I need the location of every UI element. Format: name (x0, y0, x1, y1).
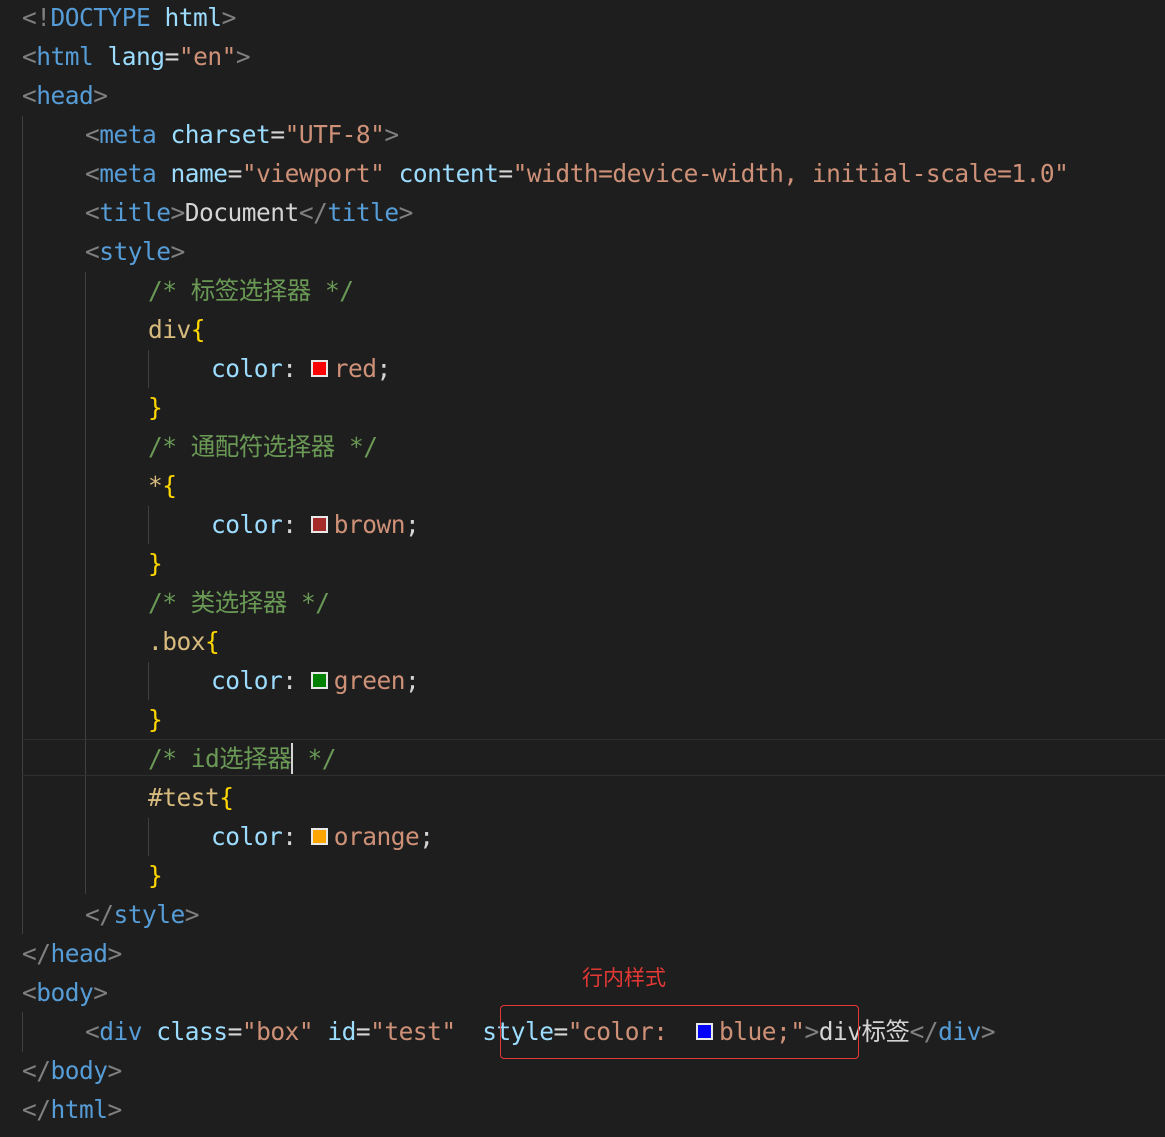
code-line-close-brace[interactable]: } (148, 388, 163, 427)
code-line-comment-tag-selector[interactable]: /* 标签选择器 */ (148, 271, 354, 310)
code-line-body-open[interactable]: <body> (22, 973, 108, 1012)
code-line-color-red[interactable]: color: red; (211, 349, 391, 388)
code-line-meta-charset[interactable]: <meta charset="UTF-8"> (85, 115, 399, 154)
code-line-comment-class-selector[interactable]: /* 类选择器 */ (148, 583, 330, 622)
code-line-star-rule[interactable]: *{ (148, 466, 177, 505)
code-line-box-rule[interactable]: .box{ (148, 622, 220, 661)
inline-style-highlight-box (500, 1005, 859, 1059)
indent-guide-style (85, 272, 86, 894)
code-line-close-brace[interactable]: } (148, 544, 163, 583)
indent-guide-test-rule (148, 818, 149, 856)
indent-guide-div-rule (148, 350, 149, 388)
indent-guide-star-rule (148, 506, 149, 544)
color-swatch-red[interactable] (310, 359, 328, 377)
indent-guide-head (22, 116, 23, 934)
code-line-body-close[interactable]: </body> (22, 1051, 122, 1090)
code-line-doctype[interactable]: <!DOCTYPE html> (22, 0, 236, 37)
code-line-style-close[interactable]: </style> (85, 895, 200, 934)
code-line-head-close[interactable]: </head> (22, 934, 122, 973)
code-line-comment-universal-selector[interactable]: /* 通配符选择器 */ (148, 427, 378, 466)
code-line-html-close[interactable]: </html> (22, 1090, 122, 1129)
code-line-comment-id-selector[interactable]: /* id选择器 */ (148, 739, 337, 778)
color-swatch-green[interactable] (310, 671, 328, 689)
code-line-close-brace[interactable]: } (148, 856, 163, 895)
code-line-div-rule[interactable]: div{ (148, 310, 206, 349)
indent-guide-body (22, 1012, 23, 1052)
code-editor[interactable]: <!DOCTYPE html> <html lang="en"> <head> … (0, 0, 1165, 1137)
code-line-title[interactable]: <title>Document</title> (85, 193, 413, 232)
code-line-color-brown[interactable]: color: brown; (211, 505, 420, 544)
code-line-meta-viewport[interactable]: <meta name="viewport" content="width=dev… (85, 154, 1069, 193)
code-line-close-brace[interactable]: } (148, 700, 163, 739)
code-line-head-open[interactable]: <head> (22, 76, 108, 115)
code-line-color-green[interactable]: color: green; (211, 661, 420, 700)
color-swatch-orange[interactable] (310, 827, 328, 845)
inline-style-annotation-label: 行内样式 (582, 966, 666, 990)
code-line-style-open[interactable]: <style> (85, 232, 185, 271)
code-line-color-orange[interactable]: color: orange; (211, 817, 434, 856)
code-line-html-open[interactable]: <html lang="en"> (22, 37, 251, 76)
indent-guide-box-rule (148, 662, 149, 700)
code-line-test-rule[interactable]: #test{ (148, 778, 234, 817)
color-swatch-brown[interactable] (310, 515, 328, 533)
